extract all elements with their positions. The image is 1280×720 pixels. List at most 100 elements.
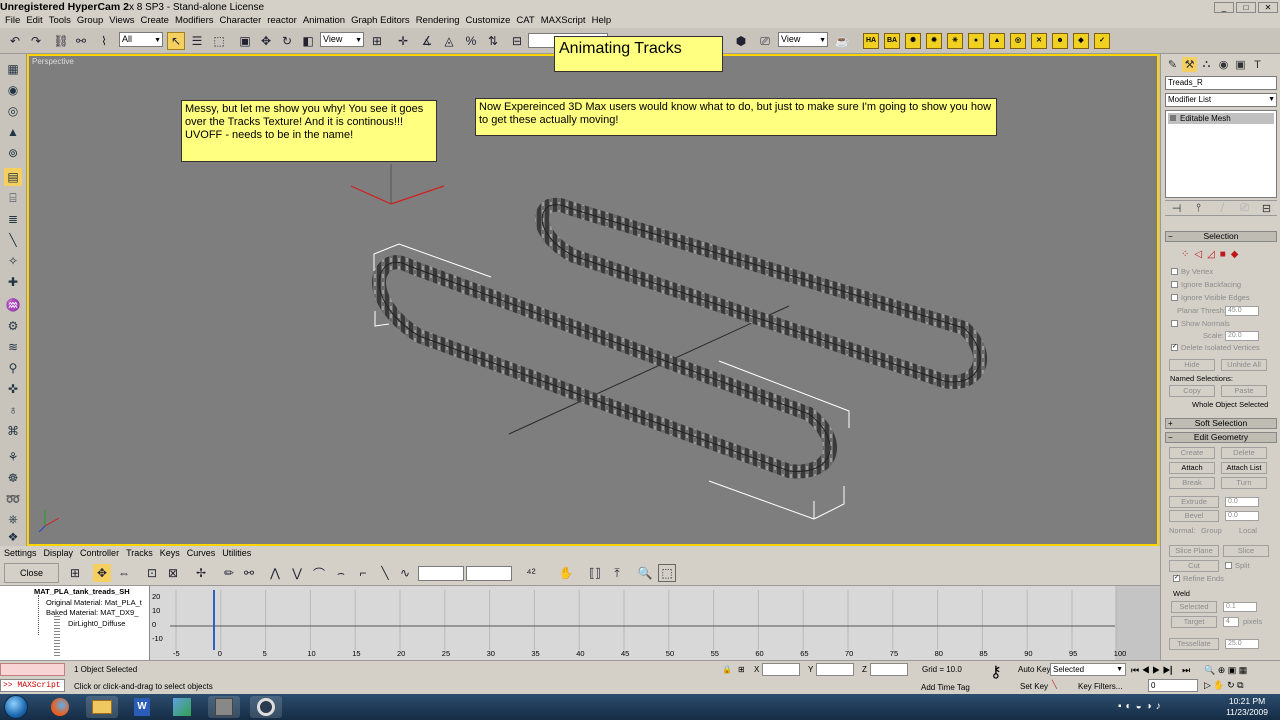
slice-plane-button[interactable]: Slice Plane bbox=[1169, 545, 1219, 557]
plugin-button-5[interactable]: ✳ bbox=[947, 33, 963, 49]
plugin-button-7[interactable]: ▲ bbox=[989, 33, 1005, 49]
bevel-spinner[interactable]: 0.0 bbox=[1225, 511, 1259, 521]
move-keys-icon[interactable]: ✥ bbox=[93, 564, 111, 582]
menu-animation[interactable]: Animation bbox=[302, 14, 350, 28]
minimize-button[interactable]: _ bbox=[1214, 2, 1234, 13]
system-tray-icons[interactable]: ▪◐◒◑♪ bbox=[1118, 701, 1165, 712]
manipulate-icon[interactable]: ✛ bbox=[394, 32, 412, 50]
plugin-button-1[interactable]: HA bbox=[863, 33, 879, 49]
plugin-button-2[interactable]: BA bbox=[884, 33, 900, 49]
select-and-move-icon[interactable]: ✥ bbox=[257, 32, 275, 50]
insert-keys-icon[interactable]: ⊡ bbox=[143, 564, 161, 582]
plugin-button-12[interactable]: ✓ bbox=[1094, 33, 1110, 49]
current-frame-field[interactable]: 0 bbox=[1148, 679, 1198, 692]
plugin-button-3[interactable]: ✺ bbox=[905, 33, 921, 49]
zoom-region-icon[interactable]: ⬚ bbox=[658, 564, 676, 582]
hide-button[interactable]: Hide bbox=[1169, 359, 1215, 371]
weld-selected-button[interactable]: Selected bbox=[1171, 601, 1217, 613]
planar-thresh-spinner[interactable]: 45.0 bbox=[1225, 306, 1259, 316]
tangent-slow-icon[interactable]: ⌢ bbox=[332, 564, 350, 582]
utilities-tab-icon[interactable]: T bbox=[1250, 57, 1265, 72]
paste-selection-button[interactable]: Paste bbox=[1221, 385, 1267, 397]
angle-snap-icon[interactable]: ◬ bbox=[440, 32, 458, 50]
show-keyable-icon[interactable]: ⁴² bbox=[522, 564, 540, 582]
trackview-menu-controller[interactable]: Controller bbox=[80, 546, 126, 560]
slide-keys-icon[interactable]: ⇔ bbox=[115, 564, 133, 582]
line-tool-icon[interactable]: ╲ bbox=[4, 231, 22, 249]
tangent-fast-icon[interactable]: ⌒ bbox=[310, 564, 328, 582]
key-value-field[interactable] bbox=[466, 566, 512, 581]
filters-icon[interactable]: ⊞ bbox=[66, 564, 84, 582]
pivot-point-icon[interactable]: ⊞ bbox=[368, 32, 386, 50]
menu-maxscript[interactable]: MAXScript bbox=[540, 14, 591, 28]
trackview-menu-keys[interactable]: Keys bbox=[160, 546, 187, 560]
tangent-step-icon[interactable]: ⌐ bbox=[354, 564, 372, 582]
modifier-icon[interactable]: ≋ bbox=[4, 338, 22, 356]
tool-icon-23[interactable]: ❖ bbox=[4, 528, 22, 546]
by-vertex-checkbox[interactable] bbox=[1171, 268, 1178, 275]
menu-reactor[interactable]: reactor bbox=[266, 14, 302, 28]
sphere-icon[interactable]: ◉ bbox=[4, 81, 22, 99]
configure-sets-icon[interactable]: ⊟ bbox=[1259, 201, 1274, 216]
key-filters-button[interactable]: Key Filters... bbox=[1078, 681, 1122, 693]
selection-filter-dropdown[interactable]: All ▼ bbox=[119, 32, 163, 47]
tool-icon-22[interactable]: ⎈ bbox=[4, 510, 22, 528]
plugin-button-6[interactable]: ● bbox=[968, 33, 984, 49]
attach-button[interactable]: Attach bbox=[1169, 462, 1215, 474]
control-panel-taskbar-icon[interactable] bbox=[166, 696, 198, 718]
weld-target-button[interactable]: Target bbox=[1171, 616, 1217, 628]
spacewarp-icon[interactable]: ♒ bbox=[4, 296, 22, 314]
trackview-close-button[interactable]: Close bbox=[4, 563, 59, 583]
menu-file[interactable]: File bbox=[4, 14, 25, 28]
selection-rollout-header[interactable]: − Selection bbox=[1165, 231, 1277, 242]
viewport-navigation-controls-2[interactable]: ▷ ✋ ↻ ⧉ bbox=[1204, 679, 1244, 691]
plugin-button-11[interactable]: ◆ bbox=[1073, 33, 1089, 49]
menu-customize[interactable]: Customize bbox=[465, 14, 516, 28]
remove-modifier-icon[interactable]: ⎚ bbox=[1237, 201, 1252, 216]
tool-icon-20[interactable]: ☸ bbox=[4, 469, 22, 487]
soft-selection-rollout-header[interactable]: + Soft Selection bbox=[1165, 418, 1277, 429]
trackview-menu-tracks[interactable]: Tracks bbox=[126, 546, 160, 560]
weld-threshold-spinner[interactable]: 0.1 bbox=[1223, 602, 1257, 612]
x-coord-field[interactable] bbox=[762, 663, 800, 676]
menu-help[interactable]: Help bbox=[591, 14, 617, 28]
extrude-button[interactable]: Extrude bbox=[1169, 496, 1219, 508]
create-tab-icon[interactable]: ✎ bbox=[1165, 57, 1180, 72]
ignore-backfacing-checkbox[interactable] bbox=[1171, 281, 1178, 288]
motion-icon[interactable]: ✜ bbox=[4, 380, 22, 398]
add-keys-icon[interactable]: ✢ bbox=[192, 564, 210, 582]
pin-stack-icon[interactable]: ⊣ bbox=[1169, 201, 1184, 216]
menu-character[interactable]: Character bbox=[219, 14, 267, 28]
bind-space-warp-icon[interactable]: ⌇ bbox=[95, 32, 113, 50]
bevel-button[interactable]: Bevel bbox=[1169, 510, 1219, 522]
menu-modifiers[interactable]: Modifiers bbox=[174, 14, 219, 28]
light-icon[interactable]: ✧ bbox=[4, 252, 22, 270]
perspective-viewport[interactable]: Perspective Messy, but let me show you w… bbox=[27, 54, 1159, 546]
trackview-menu-curves[interactable]: Curves bbox=[187, 546, 223, 560]
percent-snap-icon[interactable]: % bbox=[462, 32, 480, 50]
undo-icon[interactable]: ↶ bbox=[6, 32, 24, 50]
explorer-taskbar-icon[interactable] bbox=[86, 696, 118, 718]
select-and-link-icon[interactable]: ⛓ bbox=[52, 32, 70, 50]
spinner-snap-icon[interactable]: ⇅ bbox=[484, 32, 502, 50]
weld-target-spinner[interactable]: 4 bbox=[1223, 617, 1239, 627]
reference-coordinate-dropdown[interactable]: View ▼ bbox=[320, 32, 364, 47]
tube-icon[interactable]: ⊚ bbox=[4, 144, 22, 162]
show-normals-checkbox[interactable] bbox=[1171, 320, 1178, 327]
default-in-out-tangent-icon[interactable]: ╲ bbox=[1052, 679, 1057, 691]
menu-graph-editors[interactable]: Graph Editors bbox=[350, 14, 415, 28]
tessellate-spinner[interactable]: 25.0 bbox=[1225, 639, 1259, 649]
hypercam-taskbar-icon[interactable] bbox=[250, 696, 282, 718]
turn-button[interactable]: Turn bbox=[1221, 477, 1267, 489]
select-by-name-icon[interactable]: ☰ bbox=[188, 32, 206, 50]
maxscript-mini-listener-top[interactable] bbox=[0, 663, 65, 676]
cut-button[interactable]: Cut bbox=[1169, 560, 1219, 572]
select-and-rotate-icon[interactable]: ↻ bbox=[278, 32, 296, 50]
slice-button[interactable]: Slice bbox=[1223, 545, 1269, 557]
delete-button[interactable]: Delete bbox=[1221, 447, 1267, 459]
select-and-scale-icon[interactable]: ◧ bbox=[299, 32, 317, 50]
hierarchy-icon[interactable]: ⚲ bbox=[4, 359, 22, 377]
normal-group-radio[interactable]: Group bbox=[1201, 526, 1222, 535]
modify-tab-icon[interactable]: ⚒ bbox=[1182, 57, 1197, 72]
menu-tools[interactable]: Tools bbox=[48, 14, 76, 28]
